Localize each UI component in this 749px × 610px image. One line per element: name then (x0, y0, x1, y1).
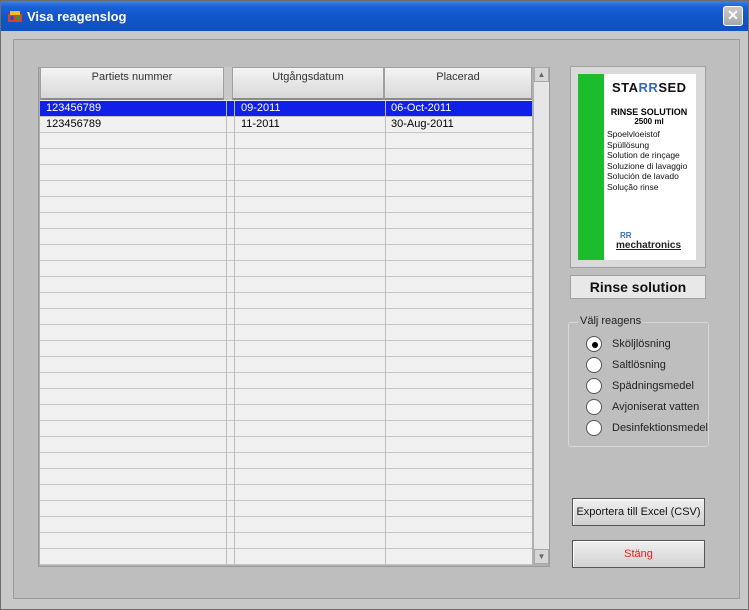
radio-selected-dot-icon (592, 342, 598, 348)
table-row[interactable] (40, 533, 532, 549)
radio-label[interactable]: Spädningsmedel (612, 380, 694, 392)
column-header-placed[interactable]: Placerad (384, 67, 532, 100)
radio-circle-icon[interactable] (586, 420, 602, 436)
table-body: 123456789 09-2011 06-Oct-2011 123456789 11-2… (40, 101, 532, 565)
brand-left: STA (612, 80, 639, 95)
column-line (226, 101, 227, 564)
maker-name: mechatronics (616, 240, 682, 251)
app-icon (8, 11, 22, 22)
table-row[interactable] (40, 245, 532, 261)
product-stripe (578, 74, 604, 260)
brand-right: SED (658, 80, 687, 95)
brand-rr: RR (638, 80, 659, 95)
table-row[interactable]: 123456789 11-2011 30-Aug-2011 (40, 117, 532, 133)
window-title: Visa reagenslog (27, 9, 127, 24)
language-line: Solution de rinçage (607, 150, 680, 160)
table-row[interactable] (40, 405, 532, 421)
column-line (385, 101, 386, 564)
table-cell: 30-Aug-2011 (391, 118, 454, 130)
table-row[interactable] (40, 453, 532, 469)
table-row[interactable] (40, 485, 532, 501)
radio-circle-icon[interactable] (586, 399, 602, 415)
scroll-down-icon[interactable]: ▼ (534, 549, 549, 564)
table-row[interactable] (40, 373, 532, 389)
close-icon[interactable]: ✕ (723, 6, 743, 26)
reagent-name-label: Rinse solution (570, 275, 706, 299)
radio-circle-icon[interactable] (586, 378, 602, 394)
language-line: Solución de lavado (607, 171, 679, 181)
table-row[interactable] (40, 389, 532, 405)
table-cell: 123456789 (46, 118, 102, 130)
table-cell: 11-2011 (241, 118, 280, 130)
language-line: Solução rinse (607, 181, 659, 192)
table-row[interactable] (40, 293, 532, 309)
table-row[interactable] (40, 501, 532, 517)
product-name: RINSE SOLUTION (610, 107, 688, 117)
radio-circle-icon[interactable] (586, 357, 602, 373)
close-button[interactable]: Stäng (572, 540, 705, 568)
table-row[interactable] (40, 277, 532, 293)
table-row[interactable] (40, 325, 532, 341)
table-row[interactable] (40, 181, 532, 197)
table-row[interactable] (40, 357, 532, 373)
table-row[interactable] (40, 213, 532, 229)
reagent-radio-option[interactable] (586, 420, 604, 438)
column-divider[interactable] (224, 67, 232, 100)
table-row[interactable] (40, 197, 532, 213)
table-row[interactable] (40, 229, 532, 245)
column-header-batch[interactable]: Partiets nummer (40, 67, 224, 100)
radio-label[interactable]: Sköljlösning (612, 338, 671, 350)
table-row[interactable]: 123456789 09-2011 06-Oct-2011 (40, 101, 532, 117)
language-line: Spüllösung (607, 139, 650, 150)
table-row[interactable] (40, 549, 532, 565)
table-row[interactable] (40, 341, 532, 357)
column-line (234, 101, 235, 564)
radio-label[interactable]: Desinfektionsmedel (612, 422, 708, 434)
maker-logo-icon: RR (620, 231, 632, 240)
table-row[interactable] (40, 149, 532, 165)
brand-logo: STARRSED (612, 80, 687, 95)
language-line: Spoelvloeistof (607, 129, 660, 139)
radio-group-title: Välj reagens (578, 315, 644, 327)
export-excel-button[interactable]: Exportera till Excel (CSV) (572, 498, 705, 526)
reagent-log-table: Partiets nummer Utgångsdatum Placerad 12… (40, 67, 532, 565)
column-header-expiry[interactable]: Utgångsdatum (232, 67, 384, 100)
vertical-scrollbar[interactable]: ▲ ▼ (533, 67, 549, 564)
reagent-radio-option[interactable] (586, 399, 604, 417)
table-row[interactable] (40, 517, 532, 533)
radio-label[interactable]: Avjoniserat vatten (612, 401, 699, 413)
table-cell: 123456789 (46, 102, 102, 114)
table-row[interactable] (40, 309, 532, 325)
reagent-radio-option[interactable] (586, 378, 604, 396)
scroll-up-icon[interactable]: ▲ (534, 67, 549, 82)
radio-circle-icon[interactable] (586, 336, 602, 352)
table-row[interactable] (40, 469, 532, 485)
radio-label[interactable]: Saltlösning (612, 359, 666, 371)
reagent-radio-option[interactable] (586, 336, 604, 354)
table-cell: 06-Oct-2011 (391, 102, 452, 114)
product-volume: 2500 ml (634, 117, 664, 126)
table-row[interactable] (40, 437, 532, 453)
table-row[interactable] (40, 421, 532, 437)
reagent-radio-option[interactable] (586, 357, 604, 375)
title-bar[interactable]: Visa reagenslog ✕ (1, 1, 748, 31)
language-line: Soluzione di lavaggio (607, 160, 688, 171)
table-row[interactable] (40, 165, 532, 181)
table-cell: 09-2011 (241, 102, 281, 114)
table-row[interactable] (40, 133, 532, 149)
table-row[interactable] (40, 261, 532, 277)
product-languages: Spoelvloeistof Spüllösung Solution de ri… (607, 129, 687, 192)
